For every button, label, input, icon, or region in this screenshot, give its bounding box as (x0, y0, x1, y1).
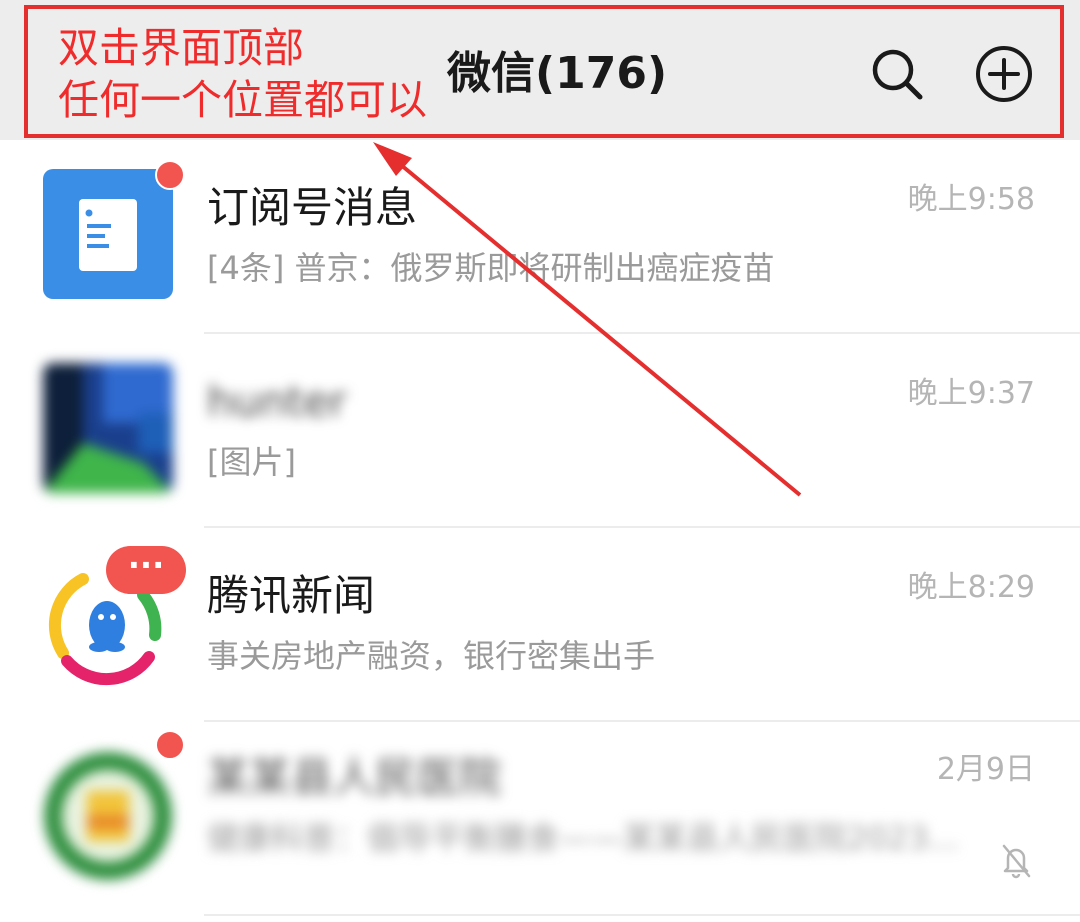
bell-off-icon (1002, 844, 1031, 879)
annotation-text: 双击界面顶部 任何一个位置都可以 (58, 22, 427, 126)
chat-time: 2月9日 (936, 752, 1035, 787)
chat-list: 订阅号消息 [4条] 普京：俄罗斯即将研制出癌症疫苗 晚上9:58 hunter… (0, 140, 1080, 916)
chat-time: 晚上9:37 (907, 376, 1035, 411)
chat-name: 某某县人民医院 (207, 753, 502, 802)
avatar (43, 363, 173, 493)
search-icon (872, 49, 923, 100)
chat-item-hospital[interactable]: 某某县人民医院 健康科普：倡导平衡膳食——某某县人民医院2023... 2月9日 (0, 722, 1080, 916)
page-title: 微信(176) (447, 48, 668, 99)
annotation-line-2: 任何一个位置都可以 (58, 76, 427, 124)
annotation-line-1: 双击界面顶部 (58, 24, 304, 72)
chat-preview: 健康科普：倡导平衡膳食——某某县人民医院2023... (207, 819, 959, 857)
wechat-app: 微信(176) 订阅号消息 [4条] 普京：俄罗斯即将研制出癌症疫苗 晚上9:5… (0, 0, 1080, 922)
blurred-badge-avatar (44, 752, 172, 880)
avatar (43, 169, 173, 299)
chat-time: 晚上8:29 (907, 570, 1035, 605)
notification-badge: ··· (106, 546, 186, 594)
chat-time: 晚上9:58 (907, 182, 1035, 217)
chat-preview: [4条] 普京：俄罗斯即将研制出癌症疫苗 (207, 249, 775, 287)
chat-item-hunter[interactable]: hunter [图片] 晚上9:37 (0, 334, 1080, 528)
document-icon (79, 199, 137, 271)
search-button[interactable] (865, 42, 929, 106)
unread-dot (155, 160, 185, 190)
unread-dot (155, 730, 185, 760)
avatar (43, 751, 173, 881)
blurred-photo-avatar (43, 363, 173, 493)
row-divider (204, 914, 1080, 916)
chat-preview: [图片] (207, 443, 296, 481)
chat-name: hunter (207, 377, 347, 426)
chat-name: 腾讯新闻 (207, 571, 376, 620)
chat-preview: 事关房地产融资，银行密集出手 (207, 637, 656, 675)
add-button[interactable] (972, 42, 1036, 106)
chat-item-subscriptions[interactable]: 订阅号消息 [4条] 普京：俄罗斯即将研制出癌症疫苗 晚上9:58 (0, 140, 1080, 334)
plus-circle-icon (976, 46, 1032, 102)
chat-name: 订阅号消息 (207, 183, 418, 232)
